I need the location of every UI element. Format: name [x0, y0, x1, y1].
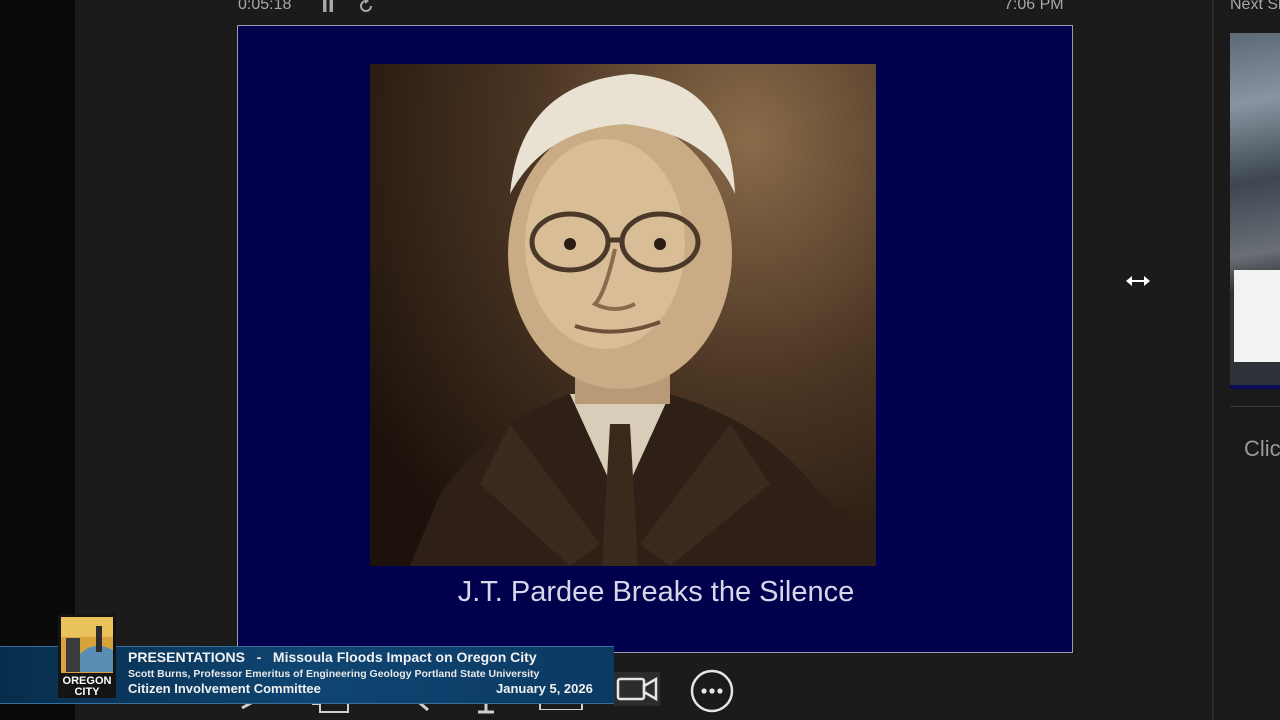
svg-text:CITY: CITY: [74, 686, 100, 698]
slide-title: J.T. Pardee Breaks the Silence: [457, 576, 855, 608]
oregon-city-logo: OREGON CITY: [58, 614, 116, 698]
pause-icon[interactable]: [322, 0, 334, 12]
speaker-notes-placeholder[interactable]: Click to add notes: [1244, 436, 1280, 462]
lower-third-committee: Citizen Involvement Committee: [128, 681, 321, 696]
next-slide-label: Next Slide: [1230, 0, 1280, 13]
notes-divider: [1230, 406, 1280, 407]
restart-icon[interactable]: [358, 0, 374, 14]
lower-third-heading: PRESENTATIONS - Missoula Floods Impact o…: [128, 649, 537, 665]
slide-portrait-image: [370, 64, 876, 566]
more-options-icon[interactable]: [689, 668, 735, 714]
resize-arrows-icon: [1126, 276, 1150, 286]
left-edge: [0, 0, 75, 720]
clock: 7:06 PM: [1004, 0, 1064, 13]
camera-icon[interactable]: [614, 672, 660, 706]
lower-third-date: January 5, 2026: [496, 681, 593, 696]
lower-third-speaker: Scott Burns, Professor Emeritus of Engin…: [128, 668, 540, 680]
portrait-illustration: [410, 74, 876, 566]
side-pane: Next Slide Click to add notes: [1214, 0, 1280, 720]
next-slide-map-thumbnail: [1234, 270, 1280, 362]
current-slide[interactable]: J.T. Pardee Breaks the Silence: [237, 25, 1073, 653]
elapsed-timer: 0:05:18: [238, 0, 292, 13]
